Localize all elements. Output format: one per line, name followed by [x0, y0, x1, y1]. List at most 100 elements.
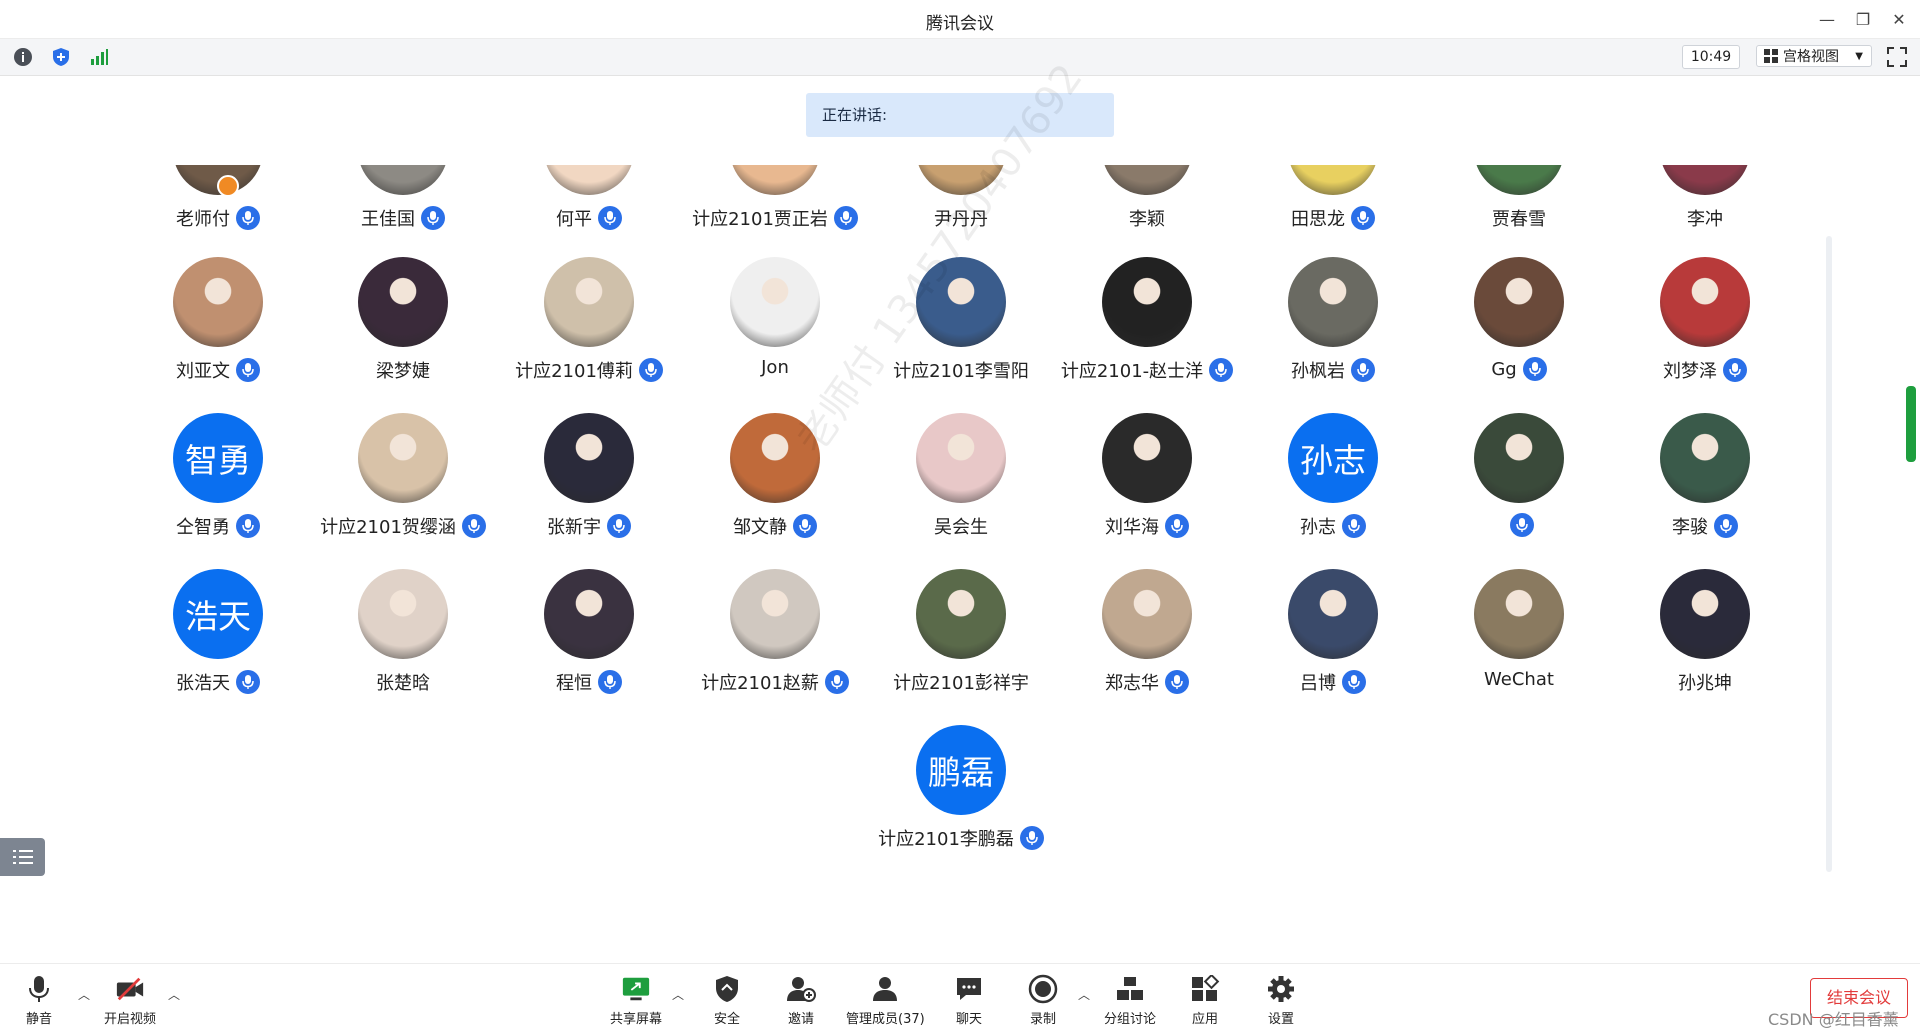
restore-icon[interactable]: ❐ — [1848, 5, 1878, 33]
participant-tile[interactable]: 计应2101贾正岩 — [682, 165, 868, 255]
participant-name: 孙枫岩 — [1291, 361, 1345, 382]
participant-tile[interactable]: 计应2101贺缨涵 — [310, 413, 496, 563]
camera-off-icon — [115, 974, 145, 1004]
participant-name-row: 计应2101傅莉 — [496, 357, 682, 383]
apps-button[interactable]: 应用 — [1190, 974, 1220, 1027]
participant-tile[interactable]: 王佳国 — [310, 165, 496, 255]
participant-tile[interactable]: 鹏磊 计应2101李鹏磊 — [868, 725, 1054, 875]
security-button[interactable]: 安全 — [712, 974, 742, 1027]
microphone-icon — [607, 514, 631, 538]
member-list-toggle[interactable] — [0, 838, 45, 876]
manage-members-button[interactable]: 管理成员(37) — [846, 974, 925, 1027]
fullscreen-icon[interactable] — [1886, 46, 1908, 68]
participant-tile[interactable] — [1426, 413, 1612, 563]
meeting-toolbar: 10:49 宫格视图 ▼ — [0, 39, 1920, 76]
avatar — [1102, 569, 1192, 659]
audio-options-caret-icon[interactable]: ︿ — [78, 986, 90, 1003]
avatar — [730, 569, 820, 659]
add-user-icon — [786, 974, 816, 1004]
participant-name: 梁梦婕 — [376, 361, 430, 382]
chat-button[interactable]: 聊天 — [954, 974, 984, 1027]
avatar-initials: 智勇 — [185, 441, 251, 480]
participant-tile[interactable]: 郑志华 — [1054, 569, 1240, 719]
participant-tile[interactable]: 李颖 — [1054, 165, 1240, 255]
participant-tile[interactable]: 李冲 — [1612, 165, 1798, 255]
video-options-caret-icon[interactable]: ︿ — [168, 986, 180, 1003]
participant-tile[interactable]: 吕博 — [1240, 569, 1426, 719]
participant-tile[interactable]: 智勇 仝智勇 — [125, 413, 311, 563]
members-icon — [870, 974, 900, 1004]
participant-name: 计应2101贺缨涵 — [320, 517, 456, 538]
microphone-icon — [421, 206, 445, 230]
settings-button[interactable]: 设置 — [1266, 974, 1296, 1027]
participant-tile[interactable]: 吴会生 — [868, 413, 1054, 563]
participant-tile[interactable]: 张楚晗 — [310, 569, 496, 719]
minimize-icon[interactable]: — — [1812, 5, 1842, 33]
participant-name: WeChat — [1484, 669, 1554, 690]
participant-tile[interactable]: 李骏 — [1612, 413, 1798, 563]
participant-tile[interactable]: Gg — [1426, 257, 1612, 407]
microphone-icon — [1342, 670, 1366, 694]
microphone-icon — [461, 514, 486, 538]
participant-tile[interactable]: 计应2101-赵士洋 — [1054, 257, 1240, 407]
avatar — [1288, 569, 1378, 659]
avatar — [544, 165, 634, 195]
record-label: 录制 — [1029, 1012, 1056, 1027]
microphone-icon — [833, 206, 858, 230]
share-label: 共享屏幕 — [610, 1012, 663, 1027]
breakout-rooms-button[interactable]: 分组讨论 — [1104, 974, 1156, 1027]
record-button[interactable]: 录制 — [1028, 974, 1058, 1027]
participant-tile[interactable]: 田思龙 — [1240, 165, 1426, 255]
participant-tile[interactable]: 梁梦婕 — [310, 257, 496, 407]
avatar — [1474, 413, 1564, 503]
participant-tile[interactable]: 刘华海 — [1054, 413, 1240, 563]
participant-tile[interactable]: 孙兆坤 — [1612, 569, 1798, 719]
participant-tile[interactable]: WeChat — [1426, 569, 1612, 719]
participant-tile[interactable]: 浩天 张浩天 — [125, 569, 311, 719]
network-signal-icon[interactable] — [88, 46, 110, 68]
close-icon[interactable]: ✕ — [1884, 5, 1914, 33]
members-label: 管理成员(37) — [846, 1012, 925, 1027]
participant-tile[interactable]: 何平 — [496, 165, 682, 255]
participant-tile[interactable]: 计应2101傅莉 — [496, 257, 682, 407]
share-options-caret-icon[interactable]: ︿ — [672, 986, 684, 1003]
grid-scrollbar[interactable] — [1826, 236, 1832, 872]
shield-icon[interactable] — [50, 46, 72, 68]
microphone-icon — [1351, 358, 1375, 382]
participant-name-row: WeChat — [1426, 669, 1612, 690]
apps-icon — [1190, 974, 1220, 1004]
mute-button[interactable]: 静音 — [24, 974, 54, 1027]
participant-tile[interactable]: 程恒 — [496, 569, 682, 719]
participant-name: 李颖 — [1129, 209, 1165, 230]
share-screen-button[interactable]: 共享屏幕 — [610, 974, 662, 1027]
view-mode-dropdown[interactable]: 宫格视图 ▼ — [1756, 45, 1872, 67]
participant-name-row — [1426, 513, 1612, 537]
participant-tile[interactable]: 刘梦泽 — [1612, 257, 1798, 407]
participant-tile[interactable]: 贾春雪 — [1426, 165, 1612, 255]
participant-name: 田思龙 — [1291, 209, 1345, 230]
participant-tile[interactable]: 张新宇 — [496, 413, 682, 563]
microphone-icon — [1165, 670, 1189, 694]
microphone-icon — [236, 670, 260, 694]
participant-name-row: 邹文静 — [682, 513, 868, 539]
settings-label: 设置 — [1267, 1012, 1294, 1027]
participant-tile[interactable]: 计应2101彭祥宇 — [868, 569, 1054, 719]
participant-name-row: 梁梦婕 — [310, 357, 496, 383]
record-options-caret-icon[interactable]: ︿ — [1078, 986, 1090, 1003]
participant-name-row: 老师付 — [125, 205, 311, 231]
info-icon[interactable] — [12, 46, 34, 68]
participant-name: 刘华海 — [1105, 517, 1159, 538]
participant-tile[interactable]: 孙志 孙志 — [1240, 413, 1426, 563]
avatar: 浩天 — [173, 569, 263, 659]
invite-button[interactable]: 邀请 — [786, 974, 816, 1027]
participant-name-row: 孙枫岩 — [1240, 357, 1426, 383]
avatar — [1288, 165, 1378, 195]
participant-tile[interactable]: 计应2101赵薪 — [682, 569, 868, 719]
participant-tile[interactable]: 老师付 — [125, 165, 311, 255]
participant-tile[interactable]: 孙枫岩 — [1240, 257, 1426, 407]
participant-name-row: 吴会生 — [868, 513, 1054, 539]
participant-tile[interactable]: 刘亚文 — [125, 257, 311, 407]
gear-icon — [1266, 974, 1296, 1004]
start-video-button[interactable]: 开启视频 — [104, 974, 156, 1027]
grid-icon — [1764, 49, 1778, 63]
